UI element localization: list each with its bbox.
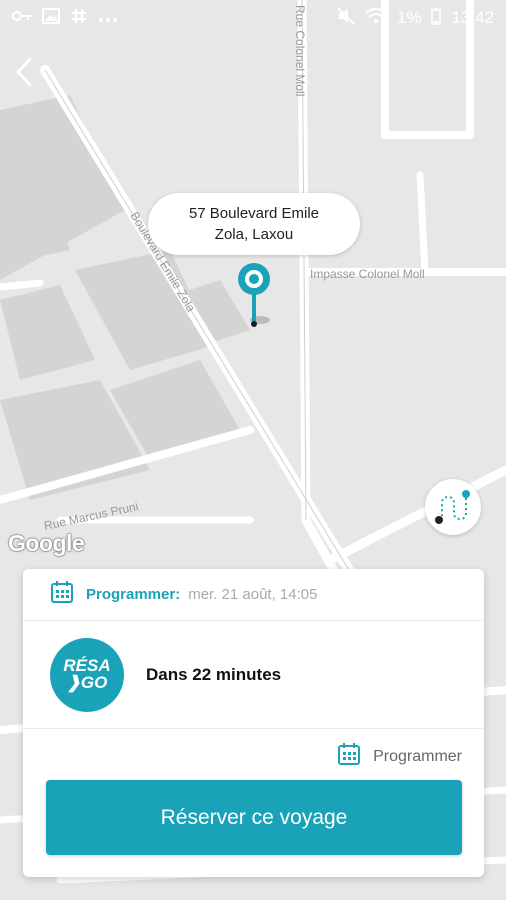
booking-card: Programmer: mer. 21 août, 14:05 RÉSA ❱GO… xyxy=(23,569,484,877)
status-right-icons: 1% 13:42 xyxy=(337,6,494,30)
resago-logo: RÉSA ❱GO xyxy=(50,637,124,712)
route-button[interactable] xyxy=(425,479,481,535)
status-bar: 1% 13:42 xyxy=(0,0,506,36)
calendar-icon xyxy=(337,742,361,771)
schedule-label: Programmer: xyxy=(86,586,181,603)
eta-text: Dans 22 minutes xyxy=(146,664,282,684)
schedule-row[interactable]: Programmer: mer. 21 août, 14:05 xyxy=(23,569,484,621)
status-time: 13:42 xyxy=(451,8,494,27)
address-line-2: Zola, Laxou xyxy=(214,226,294,243)
address-line-1: 57 Boulevard Emile xyxy=(188,205,320,222)
program-link[interactable]: Programmer xyxy=(337,742,462,771)
street-label: Impasse Colonel Moll xyxy=(310,267,425,281)
back-button[interactable] xyxy=(8,52,40,92)
route-icon xyxy=(435,490,470,524)
schedule-value: mer. 21 août, 14:05 xyxy=(188,586,318,603)
reserve-trip-button[interactable]: Réserver ce voyage xyxy=(46,780,462,855)
chevron-left-icon xyxy=(16,57,32,87)
key-icon xyxy=(12,8,32,28)
wifi-icon xyxy=(365,7,387,29)
provider-row[interactable]: RÉSA ❱GO Dans 22 minutes xyxy=(23,621,484,729)
program-label: Programmer xyxy=(373,747,462,765)
battery-icon xyxy=(431,7,442,30)
status-left-icons xyxy=(12,7,118,30)
calendar-icon xyxy=(50,580,74,609)
street-label: Rue Marcus Pruni xyxy=(43,499,140,533)
more-icon xyxy=(98,8,118,28)
slack-icon xyxy=(70,7,88,30)
google-attribution: Google xyxy=(8,530,85,556)
pickup-address-bubble[interactable]: 57 Boulevard Emile Zola, Laxou xyxy=(148,193,360,255)
map-pin-icon[interactable] xyxy=(236,262,272,334)
battery-percent: 1% xyxy=(396,8,422,27)
logo-line-1: RÉSA xyxy=(63,656,111,675)
logo-line-2: ❱GO xyxy=(66,673,108,692)
mute-icon xyxy=(337,6,355,30)
image-icon xyxy=(42,7,60,29)
